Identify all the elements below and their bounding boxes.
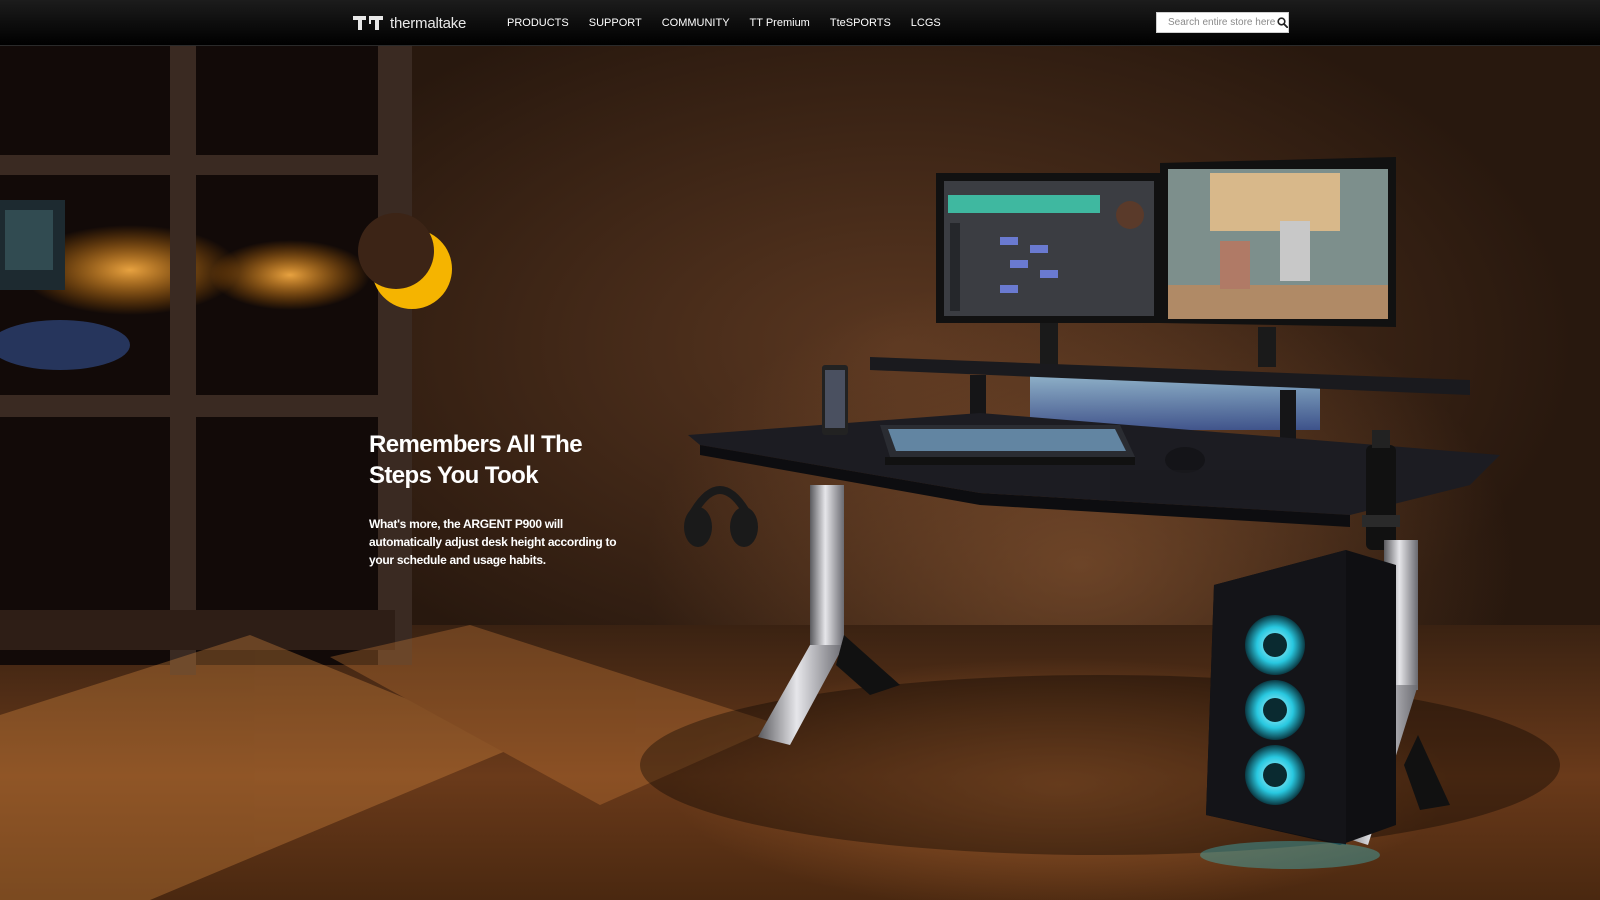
nav-item-support[interactable]: SUPPORT — [589, 17, 642, 29]
page: thermaltake PRODUCTS SUPPORT COMMUNITY T… — [0, 0, 1600, 900]
search-icon — [1276, 17, 1288, 28]
rgb-keyboard — [880, 425, 1135, 465]
thermaltake-logo-icon — [353, 16, 383, 30]
nav-item-community[interactable]: COMMUNITY — [662, 17, 730, 29]
nav-item-lcgs[interactable]: LCGS — [911, 17, 941, 29]
hero-title: Remembers All The Steps You Took — [369, 431, 583, 489]
brand-logo-text: thermaltake — [390, 14, 467, 32]
headphones-on-hook — [684, 486, 758, 547]
hero-banner: Remembers All The Steps You Took What's … — [0, 45, 1600, 900]
search-box — [1156, 12, 1289, 33]
search-input[interactable] — [1157, 13, 1276, 32]
night-window — [0, 45, 412, 675]
dual-monitors — [936, 157, 1396, 367]
nav-item-products[interactable]: PRODUCTS — [507, 17, 569, 29]
mouse — [1165, 447, 1205, 473]
hero-scene-illustration — [0, 45, 1560, 900]
hero-description: What's more, the ARGENT P900 will automa… — [369, 517, 617, 567]
nav-item-ttesports[interactable]: TteSPORTS — [830, 17, 891, 29]
water-bottle — [1362, 430, 1400, 550]
main-nav: PRODUCTS SUPPORT COMMUNITY TT Premium Tt… — [507, 0, 961, 45]
search-button[interactable] — [1276, 13, 1288, 32]
nav-item-tt-premium[interactable]: TT Premium — [750, 17, 810, 29]
brand-logo[interactable]: thermaltake — [352, 13, 466, 33]
top-navigation-bar: thermaltake PRODUCTS SUPPORT COMMUNITY T… — [0, 0, 1600, 46]
